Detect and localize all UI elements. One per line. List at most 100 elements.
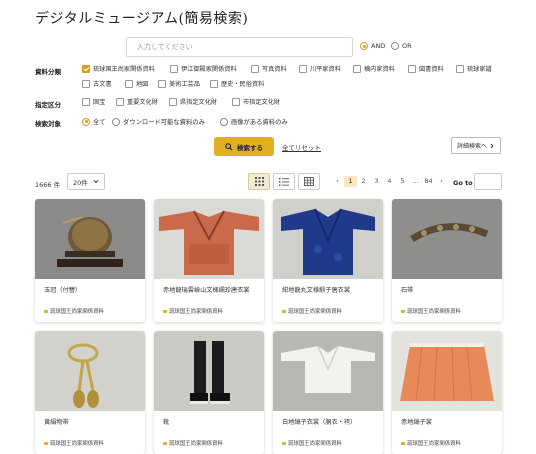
designation-checkbox[interactable]: 市指定文化財 xyxy=(232,97,280,106)
search-button-label: 検索する xyxy=(237,143,263,152)
chevron-right-icon xyxy=(490,143,494,148)
target-option-label: ダウンロード可能な資料のみ xyxy=(123,119,205,126)
checkbox-icon xyxy=(169,97,177,106)
radio-icon xyxy=(82,117,90,126)
radio-icon xyxy=(391,42,399,50)
designation-option-label: 市指定文化財 xyxy=(243,99,281,106)
checkbox-icon xyxy=(82,64,90,73)
search-input[interactable] xyxy=(126,37,353,57)
view-grid-button[interactable] xyxy=(248,173,270,190)
detail-search-button[interactable]: 詳細検索へ xyxy=(451,137,501,154)
radio-icon xyxy=(360,42,368,50)
checkbox-icon xyxy=(456,64,464,73)
op-and-radio[interactable]: AND xyxy=(360,42,385,50)
view-table-button[interactable] xyxy=(298,173,320,190)
result-card[interactable]: 赤地縞子裳 琉球国王尚家関係資料 xyxy=(392,331,502,454)
checkbox-icon xyxy=(125,79,133,88)
pager-page-1[interactable]: 1 xyxy=(344,176,357,187)
item-name: 白地縞子衣裳（胴衣・袴） xyxy=(282,419,357,426)
reset-link[interactable]: 全てリセット xyxy=(282,142,321,152)
view-list-button[interactable] xyxy=(273,173,295,190)
result-card[interactable]: 黄絹物帯 琉球国王尚家関係資料 xyxy=(35,331,145,454)
result-card[interactable]: 玉冠（付簪） 琉球国王尚家関係資料 xyxy=(35,199,145,322)
per-page-value: 20件 xyxy=(73,178,88,187)
designation-checkbox[interactable]: 国宝 xyxy=(82,97,105,106)
item-collection: 琉球国王尚家関係資料 xyxy=(44,307,104,315)
search-icon xyxy=(225,142,233,151)
category-option-label: 写真資料 xyxy=(262,66,287,73)
result-count: 1666 件 xyxy=(35,181,61,189)
designation-checkbox[interactable]: 重要文化財 xyxy=(116,97,158,106)
category-option-label: 琉球国王尚家関係資料 xyxy=(93,66,155,73)
item-image xyxy=(35,331,145,411)
category-checkbox[interactable]: 川平家資料 xyxy=(299,64,341,73)
target-option-label: 画像がある資料のみ xyxy=(231,119,288,126)
target-radio-image[interactable]: 画像がある資料のみ xyxy=(220,117,288,126)
item-name: 紺地龍丸文様緞子唐衣裳 xyxy=(282,287,351,294)
per-page-select[interactable]: 20件 xyxy=(67,173,105,190)
radio-icon xyxy=(220,117,228,126)
category-checkbox[interactable]: 伊江御殿家関係資料 xyxy=(170,64,237,73)
result-card[interactable]: 白地縞子衣裳（胴衣・袴） 琉球国王尚家関係資料 xyxy=(273,331,383,454)
checkbox-icon xyxy=(82,97,90,106)
item-collection: 琉球国王尚家関係資料 xyxy=(401,439,461,447)
category-checkbox[interactable]: 歴史・民俗資料 xyxy=(210,79,264,88)
item-collection: 琉球国王尚家関係資料 xyxy=(163,439,223,447)
designation-label: 指定区分 xyxy=(35,101,61,109)
pager-page-2[interactable]: 2 xyxy=(357,176,370,187)
item-collection: 琉球国王尚家関係資料 xyxy=(401,307,461,315)
item-name: 赤地縞子裳 xyxy=(401,419,432,426)
item-name: 石帯 xyxy=(401,287,414,294)
item-image xyxy=(392,199,502,279)
category-checkbox[interactable]: 美術工芸品 xyxy=(158,79,200,88)
result-card[interactable]: 紺地龍丸文様緞子唐衣裳 琉球国王尚家関係資料 xyxy=(273,199,383,322)
result-card[interactable]: 赤地龍瑞雲嶮山文様繻珍唐衣裳 琉球国王尚家関係資料 xyxy=(154,199,264,322)
pager-prev-button[interactable]: ‹ xyxy=(331,176,344,187)
category-checkbox[interactable]: 横内家資料 xyxy=(353,64,395,73)
checkbox-icon xyxy=(170,64,178,73)
category-checkbox[interactable]: 地図 xyxy=(125,79,148,88)
pager-ellipsis: ... xyxy=(412,177,419,185)
op-and-label: AND xyxy=(371,42,386,50)
category-checkbox[interactable]: 写真資料 xyxy=(251,64,287,73)
designation-option-label: 重要文化財 xyxy=(127,99,158,106)
category-checkbox[interactable]: 琉球家譜 xyxy=(456,64,492,73)
pager-next-button[interactable]: › xyxy=(435,176,448,187)
checkbox-icon xyxy=(158,79,166,88)
pager-page-3[interactable]: 3 xyxy=(370,176,383,187)
category-option-label: 地図 xyxy=(136,81,149,88)
target-radio-all[interactable]: 全て xyxy=(82,117,106,126)
pager-page-5[interactable]: 5 xyxy=(396,176,409,187)
op-or-radio[interactable]: OR xyxy=(391,42,412,50)
category-checkbox[interactable]: 琉球国王尚家関係資料 xyxy=(82,64,155,73)
item-image xyxy=(154,331,264,411)
target-radio-download[interactable]: ダウンロード可能な資料のみ xyxy=(112,117,205,126)
page-title: デジタルミュージアム(簡易検索) xyxy=(35,11,249,27)
item-name: 玉冠（付簪） xyxy=(44,287,82,294)
item-name: 黄絹物帯 xyxy=(44,419,69,426)
category-option-label: 古文書 xyxy=(93,81,112,88)
search-button[interactable]: 検索する xyxy=(214,137,274,156)
list-icon xyxy=(279,177,289,186)
table-icon xyxy=(304,177,314,186)
category-checkbox[interactable]: 古文書 xyxy=(82,79,112,88)
pager-page-4[interactable]: 4 xyxy=(383,176,396,187)
goto-input[interactable] xyxy=(474,173,502,190)
item-image xyxy=(154,199,264,279)
category-option-label: 伊江御殿家関係資料 xyxy=(181,66,237,73)
designation-checkbox[interactable]: 県指定文化財 xyxy=(169,97,217,106)
category-checkbox[interactable]: 図書資料 xyxy=(408,64,444,73)
checkbox-icon xyxy=(116,97,124,106)
result-card[interactable]: 靴 琉球国王尚家関係資料 xyxy=(154,331,264,454)
item-image xyxy=(273,331,383,411)
result-card[interactable]: 石帯 琉球国王尚家関係資料 xyxy=(392,199,502,322)
chevron-down-icon xyxy=(93,180,99,184)
grid-icon xyxy=(254,177,264,186)
goto-label: Go to xyxy=(453,179,473,187)
category-option-label: 琉球家譜 xyxy=(467,66,492,73)
item-name: 赤地龍瑞雲嶮山文様繻珍唐衣裳 xyxy=(163,287,250,294)
pager-page-last[interactable]: 84 xyxy=(422,176,435,187)
category-label: 資料分類 xyxy=(35,68,61,76)
checkbox-icon xyxy=(232,97,240,106)
item-image xyxy=(273,199,383,279)
